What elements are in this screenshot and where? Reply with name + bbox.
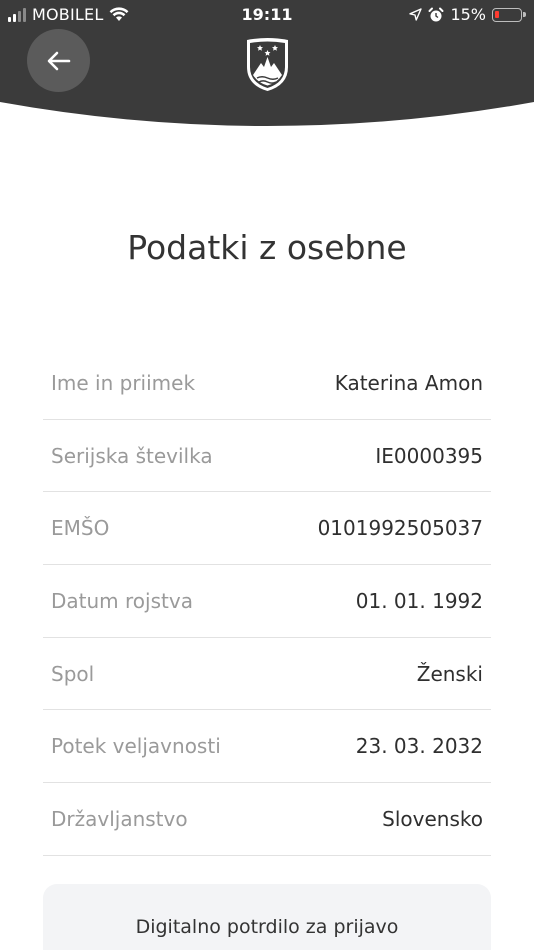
row-citizenship: Državljanstvo Slovensko <box>43 783 491 856</box>
back-button[interactable] <box>27 29 90 92</box>
battery-percent: 15% <box>450 5 486 24</box>
row-serial-number: Serijska številka IE0000395 <box>43 420 491 493</box>
alarm-clock-icon <box>428 7 444 21</box>
location-arrow-icon <box>409 8 423 21</box>
row-emso: EMŠO 0101992505037 <box>43 492 491 566</box>
battery-fill <box>495 10 499 18</box>
row-label: Državljanstvo <box>51 806 188 831</box>
header: MOBILEL 19:11 15% <box>0 0 534 132</box>
row-label: Potek veljavnosti <box>51 734 221 759</box>
row-label: Ime in priimek <box>51 370 196 395</box>
row-value: Ženski <box>416 661 483 686</box>
row-label: EMŠO <box>51 516 110 541</box>
certificate-label: Digitalno potrdilo za prijavo <box>135 916 399 938</box>
battery-icon <box>492 7 526 22</box>
row-label: Serijska številka <box>51 443 213 468</box>
row-value: IE0000395 <box>375 443 483 468</box>
row-value: 0101992505037 <box>317 516 483 541</box>
coat-of-arms-icon <box>247 38 288 91</box>
id-data-list: Ime in priimek Katerina Amon Serijska št… <box>43 347 491 856</box>
row-label: Datum rojstva <box>51 588 193 613</box>
row-sex: Spol Ženski <box>43 638 491 711</box>
row-value: Slovensko <box>382 806 483 831</box>
page-title: Podatki z osebne <box>127 228 407 267</box>
status-bar: MOBILEL 19:11 15% <box>0 0 534 30</box>
row-value: 01. 01. 1992 <box>355 588 483 613</box>
row-label: Spol <box>51 661 95 686</box>
row-expiry-date: Potek veljavnosti 23. 03. 2032 <box>43 710 491 784</box>
login-certificate-card[interactable]: Digitalno potrdilo za prijavo <box>43 884 491 950</box>
row-full-name: Ime in priimek Katerina Amon <box>43 347 491 420</box>
arrow-left-icon <box>47 51 70 70</box>
row-value: 23. 03. 2032 <box>355 734 483 759</box>
row-value: Katerina Amon <box>334 370 483 395</box>
row-date-of-birth: Datum rojstva 01. 01. 1992 <box>43 565 491 638</box>
status-right: 15% <box>409 5 526 24</box>
